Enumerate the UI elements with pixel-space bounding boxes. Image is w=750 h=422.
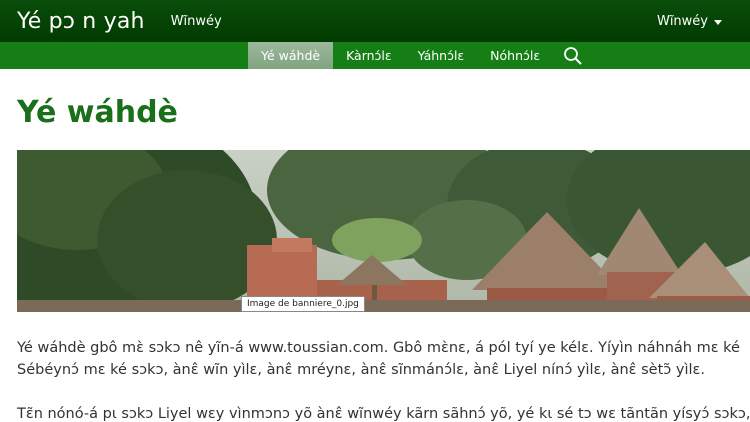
top-link-winwey[interactable]: Wĩnwéy (171, 14, 222, 29)
nav-item-home[interactable]: Yé wáhdè (248, 42, 334, 69)
intro-line-2: Sébéynɔ́ mɛ ké sɔkɔ, ànɛ̂ wĩn yìlɛ, ànɛ̂… (17, 362, 705, 378)
site-title[interactable]: Yé pɔ n yah (17, 9, 145, 34)
user-menu-dropdown[interactable]: Wĩnwéy (657, 14, 722, 29)
main-nav: Yé wáhdè Kàrnɔ́lɛ Yáhnɔ́lɛ Nóhnɔ́lɛ (0, 42, 750, 69)
second-line-1: Tɛ̃n nónó-á pɩ sɔkɔ Liyel wɛy vìnmɔnɔ yõ… (17, 406, 750, 422)
search-button[interactable] (553, 42, 593, 69)
caret-down-icon (714, 19, 722, 25)
page-title: Yé wáhdè (17, 95, 178, 130)
second-paragraph: Tɛ̃n nónó-á pɩ sɔkɔ Liyel wɛy vìnmɔnɔ yõ… (17, 403, 750, 422)
top-header: Yé pɔ n yah Wĩnwéy Wĩnwéy (0, 0, 750, 42)
banner-image (17, 150, 750, 312)
nav-item-yahnole[interactable]: Yáhnɔ́lɛ (405, 42, 478, 69)
nav-item-karnole[interactable]: Kàrnɔ́lɛ (333, 42, 405, 69)
nav-item-nohnole[interactable]: Nóhnɔ́lɛ (477, 42, 553, 69)
user-menu-label: Wĩnwéy (656, 13, 708, 29)
search-icon (564, 46, 582, 65)
intro-paragraph: Yé wáhdè gbô mɛ̀ sɔkɔ nê yĩn-á www.touss… (17, 337, 750, 381)
banner-tooltip: Image de banniere_0.jpg (241, 296, 365, 312)
intro-line-1: Yé wáhdè gbô mɛ̀ sɔkɔ nê yĩn-á www.touss… (17, 340, 740, 356)
